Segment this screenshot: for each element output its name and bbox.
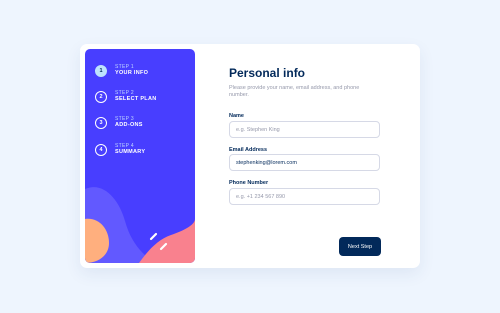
step-4-title: SUMMARY bbox=[115, 149, 146, 156]
step-2-title: SELECT PLAN bbox=[115, 96, 157, 103]
email-input[interactable] bbox=[229, 154, 380, 171]
step-1-number: 1 bbox=[95, 64, 107, 77]
page-subtitle: Please provide your name, email address,… bbox=[229, 85, 360, 99]
step-1-title: YOUR INFO bbox=[115, 70, 149, 77]
name-label: Name bbox=[229, 113, 244, 119]
step-2[interactable]: 2 STEP 2 SELECT PLAN bbox=[95, 90, 157, 103]
phone-label: Phone Number bbox=[229, 180, 269, 186]
step-3-title: ADD-ONS bbox=[115, 122, 143, 129]
step-1[interactable]: 1 STEP 1 YOUR INFO bbox=[95, 64, 148, 77]
phone-input[interactable] bbox=[229, 188, 380, 205]
form-card: 1 STEP 1 YOUR INFO 2 STEP 2 SELECT PLAN … bbox=[80, 44, 420, 268]
email-label: Email Address bbox=[229, 147, 268, 153]
name-input[interactable] bbox=[229, 121, 380, 138]
step-3[interactable]: 3 STEP 3 ADD-ONS bbox=[95, 116, 143, 129]
page-title: Personal info bbox=[229, 66, 306, 80]
steps-sidebar: 1 STEP 1 YOUR INFO 2 STEP 2 SELECT PLAN … bbox=[85, 49, 195, 263]
step-2-number: 2 bbox=[95, 90, 107, 103]
step-3-number: 3 bbox=[95, 116, 107, 129]
step-4-number: 4 bbox=[95, 143, 107, 156]
step-4[interactable]: 4 STEP 4 SUMMARY bbox=[95, 143, 145, 156]
next-step-button[interactable]: Next Step bbox=[339, 237, 381, 256]
